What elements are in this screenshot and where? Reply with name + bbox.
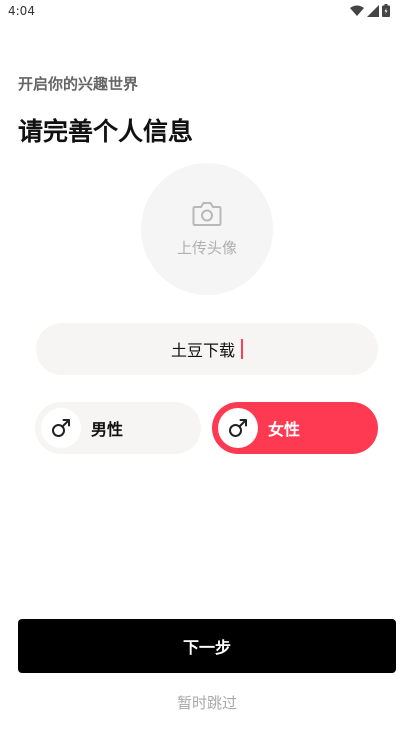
male-icon [218, 408, 258, 448]
signal-icon [367, 4, 379, 17]
page-subtitle: 开启你的兴趣世界 [18, 75, 139, 93]
status-bar: 4:04 [0, 0, 414, 24]
skip-link[interactable]: 暂时跳过 [0, 692, 414, 713]
text-cursor [241, 339, 243, 359]
nickname-value: 土豆下载 [170, 341, 235, 360]
gender-label-male: 男性 [91, 420, 124, 439]
page-title: 请完善个人信息 [18, 117, 194, 146]
gender-label-female: 女性 [268, 420, 301, 439]
status-time: 4:04 [8, 4, 35, 18]
upload-avatar-button[interactable]: 上传头像 [141, 163, 273, 295]
upload-avatar-label: 上传头像 [176, 238, 237, 257]
gender-option-male[interactable]: 男性 [35, 402, 201, 454]
nickname-input[interactable]: 土豆下载 [36, 323, 378, 375]
gender-option-female[interactable]: 女性 [212, 402, 378, 454]
next-button[interactable]: 下一步 [18, 619, 396, 673]
camera-icon [192, 201, 222, 231]
male-icon [41, 408, 81, 448]
status-icons [350, 4, 390, 17]
wifi-icon [350, 5, 364, 17]
battery-icon [382, 4, 390, 17]
